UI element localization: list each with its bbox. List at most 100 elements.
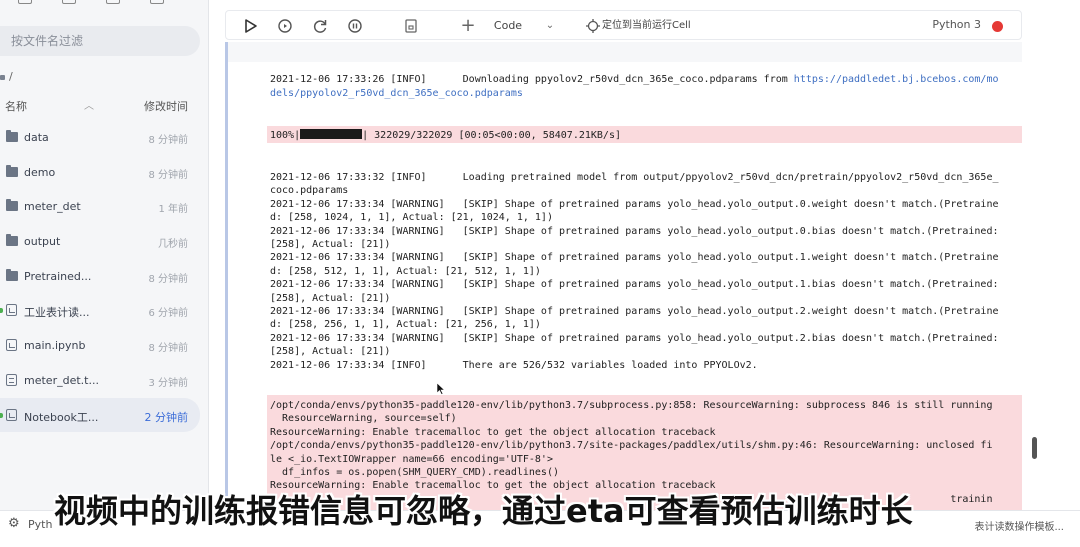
refresh-icon[interactable]	[106, 0, 120, 4]
log-line: 2021-12-06 17:33:34 [WARNING] [SKIP] Sha…	[270, 332, 999, 344]
log-line: [258], Actual: [21])	[270, 346, 391, 358]
notebook-icon	[6, 304, 17, 317]
log-line: coco.pdparams	[270, 185, 349, 197]
file-item-active[interactable]: Notebook工... 2 分钟前	[0, 397, 200, 433]
file-name: Notebook工...	[24, 410, 99, 424]
log-line: 2021-12-06 17:33:34 [INFO] There are 526…	[270, 359, 758, 371]
file-name: Pretrained...	[24, 269, 92, 283]
file-filter[interactable]	[0, 26, 200, 56]
output-line: 2021-12-06 17:33:26 [INFO] Downloading p…	[270, 74, 999, 85]
notebook-icon	[6, 408, 17, 421]
breadcrumb[interactable]: /	[0, 70, 13, 83]
cell-output-area: 2021-12-06 17:33:26 [INFO] Downloading p…	[225, 42, 1022, 510]
cell-input-strip	[228, 42, 1022, 62]
file-modified-time: 8 分钟前	[148, 135, 188, 146]
file-item[interactable]: meter_det 1 年前	[0, 189, 200, 224]
file-modified-time: 1 年前	[158, 204, 188, 216]
column-name-header[interactable]: 名称	[5, 98, 27, 114]
sidebar-divider[interactable]	[208, 0, 209, 510]
log-line: 2021-12-06 17:33:34 [WARNING] [SKIP] Sha…	[270, 198, 999, 210]
file-item[interactable]: main.ipynb 8 分钟前	[0, 328, 200, 363]
file-item[interactable]: output 几秒前	[0, 224, 200, 259]
file-modified-time: 8 分钟前	[148, 273, 188, 285]
refresh-icon	[313, 20, 327, 33]
log-line: d: [258, 256, 1, 1], Actual: [21, 256, 1…	[270, 319, 541, 331]
play-icon	[245, 19, 257, 33]
locate-cell-button[interactable]	[584, 16, 602, 36]
crosshair-icon	[586, 19, 600, 33]
kernel-status-indicator	[992, 21, 1003, 32]
download-link[interactable]: https://paddledet.bj.bcebos.com/mo	[794, 74, 999, 85]
log-line: [258], Actual: [21])	[270, 239, 391, 250]
file-name: output	[24, 235, 61, 249]
log-line: d: [258, 1024, 1, 1], Actual: [21, 1024,…	[270, 212, 553, 224]
notebook-toolbar: + Code ⌄ 定位到当前运行Cell Python 3	[225, 10, 1022, 40]
file-item[interactable]: data 8 分钟前	[0, 120, 200, 155]
file-modified-time: 几秒前	[158, 239, 188, 251]
log-line: 2021-12-06 17:33:34 [WARNING] [SKIP] Sha…	[270, 279, 999, 291]
restart-run-icon	[278, 19, 292, 33]
kernel-name[interactable]: Python 3	[932, 18, 981, 31]
file-item[interactable]: demo 8 分钟前	[0, 155, 200, 190]
folder-icon	[6, 164, 18, 177]
kernel-status-label: Pyth	[28, 518, 53, 531]
notebook-icon	[6, 339, 17, 352]
run-cell-button[interactable]	[240, 16, 260, 36]
log-line: [258], Actual: [21])	[270, 292, 391, 304]
file-name: data	[24, 131, 49, 144]
folder-icon	[6, 268, 18, 281]
file-filter-input[interactable]	[0, 26, 200, 56]
file-modified-time: 8 分钟前	[148, 169, 188, 181]
log-line: 2021-12-06 17:33:34 [WARNING] [SKIP] Sha…	[270, 306, 999, 317]
file-name: meter_det	[24, 200, 81, 214]
download-link[interactable]: dels/ppyolov2_r50vd_dcn_365e_coco.pdpara…	[270, 88, 523, 99]
stderr-line: /opt/conda/envs/python35-paddle120-env/l…	[270, 400, 993, 411]
file-browser-sidebar: / 名称 ︿ 修改时间 data 8 分钟前 demo 8 分钟前 meter_de…	[0, 0, 208, 510]
save-button[interactable]	[401, 16, 421, 36]
file-item[interactable]: 工业表计读... 6 分钟前	[0, 293, 200, 328]
log-line: 2021-12-06 17:33:32 [INFO] Loading pretr…	[270, 172, 999, 183]
breadcrumb-path: /	[9, 70, 13, 83]
stderr-line: /opt/conda/envs/python35-paddle120-env/l…	[270, 440, 993, 452]
text-file-icon	[6, 373, 17, 386]
file-name: meter_det.t...	[24, 373, 99, 387]
file-item[interactable]: Pretrained... 8 分钟前	[0, 259, 200, 294]
cell-collapser[interactable]	[225, 42, 228, 510]
interrupt-kernel-button[interactable]	[345, 16, 365, 36]
plus-icon: +	[460, 15, 476, 36]
gear-icon[interactable]: ⚙	[8, 516, 20, 531]
stderr-line: ResourceWarning: Enable tracemalloc to g…	[270, 426, 716, 438]
pause-icon	[348, 19, 362, 33]
locate-cell-label[interactable]: 定位到当前运行Cell	[602, 16, 712, 36]
sidebar-top-icons	[0, 0, 208, 6]
stderr-line: le <_io.TextIOWrapper name=66 encoding='…	[270, 453, 553, 465]
chevron-down-icon[interactable]: ⌄	[542, 16, 558, 36]
cell-type-select[interactable]: Code	[488, 16, 528, 36]
stderr-line: ResourceWarning, source=self)	[270, 413, 457, 425]
new-file-icon[interactable]	[150, 0, 164, 4]
file-list: data 8 分钟前 demo 8 分钟前 meter_det 1 年前 output…	[0, 120, 200, 433]
log-line: d: [258, 512, 1, 1], Actual: [21, 512, 1…	[270, 265, 541, 277]
file-modified-time: 2 分钟前	[144, 410, 189, 424]
folder-icon	[6, 199, 18, 212]
file-name: demo	[24, 165, 56, 179]
scrollbar-thumb[interactable]	[1032, 437, 1037, 459]
video-subtitle: 视频中的训练报错信息可忽略，通过eta可查看预估训练时长	[54, 492, 913, 530]
add-cell-button[interactable]: +	[458, 16, 478, 36]
status-right-text: 表计读数操作模板...	[974, 522, 1064, 533]
running-indicator	[0, 412, 3, 418]
restart-run-all-button[interactable]	[275, 16, 295, 36]
sort-ascending-icon[interactable]: ︿	[84, 97, 94, 112]
folder-icon	[6, 234, 18, 247]
running-indicator	[0, 308, 3, 314]
file-list-header: 名称 ︿ 修改时间	[0, 96, 200, 114]
file-name: 工业表计读...	[24, 306, 90, 320]
mouse-cursor-icon	[437, 383, 445, 395]
home-icon	[0, 74, 5, 80]
save-icon	[405, 19, 417, 33]
column-time-header[interactable]: 修改时间	[144, 98, 188, 114]
file-item[interactable]: meter_det.t... 3 分钟前	[0, 363, 200, 398]
folder-action-icon[interactable]	[18, 0, 32, 4]
restart-kernel-button[interactable]	[310, 16, 330, 36]
upload-icon[interactable]	[62, 0, 76, 4]
